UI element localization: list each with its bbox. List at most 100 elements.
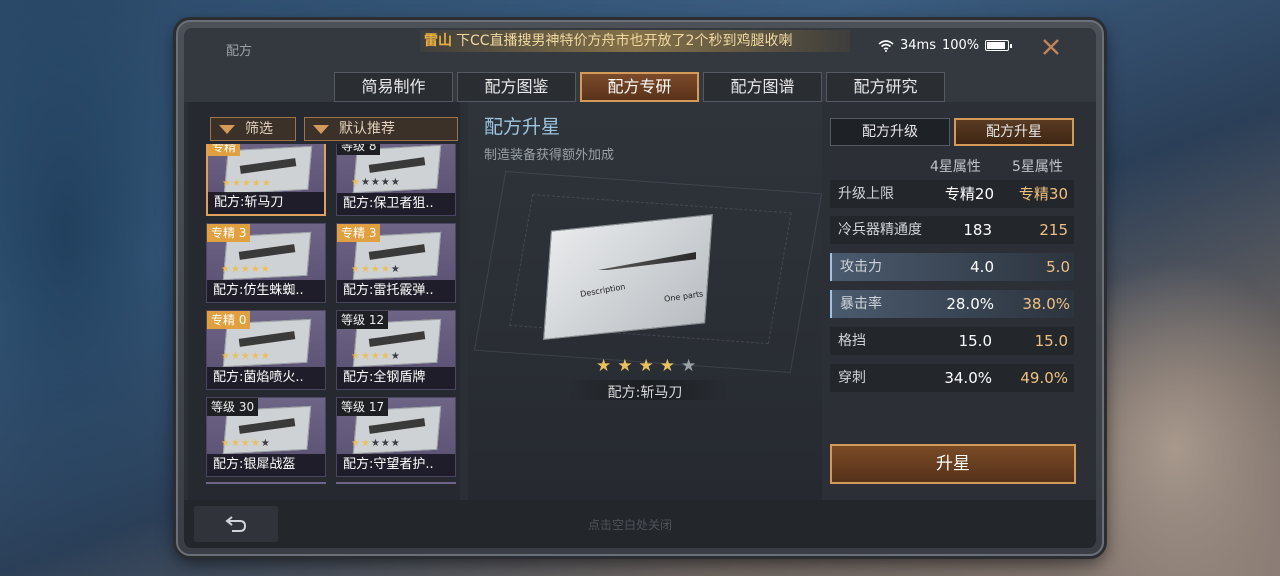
tab-recipe-codex[interactable]: 配方图鉴 [457, 72, 576, 102]
card-stars: ★★★★★ [222, 178, 272, 189]
stat-label: 攻击力 [840, 259, 882, 275]
recipe-card[interactable]: 专精 ★★★★★ 配方:斩马刀 [206, 144, 326, 216]
tab-recipe-star-up[interactable]: 配方升星 [954, 118, 1074, 146]
sort-label: 默认推荐 [339, 121, 395, 137]
stat-row: 冷兵器精通度 183 215 [830, 216, 1074, 244]
main-tabs: 简易制作 配方图鉴 配方专研 配方图谱 配方研究 [334, 72, 945, 102]
sort-button[interactable]: 默认推荐 [304, 117, 458, 141]
card-stars: ★★★★★ [221, 351, 271, 362]
star-up-button[interactable]: 升星 [830, 444, 1076, 484]
card-badge: 等级 30 [207, 398, 259, 416]
card-stars: ★★★★★ [351, 351, 401, 362]
battery-text: 100% [941, 38, 980, 53]
tab-recipe-research[interactable]: 配方研究 [826, 72, 945, 102]
card-badge: 等级 8 [337, 144, 381, 155]
recipe-card[interactable]: 专精 3 ★★★★★ 配方:雷托霰弹.. [336, 223, 456, 303]
card-stars: ★★★★★ [221, 264, 271, 275]
card-badge: 专精 3 [207, 224, 251, 242]
card-badge: 等级 17 [337, 398, 389, 416]
card-badge: 专精 3 [337, 224, 381, 242]
recipe-preview: 配方升星 制造装备获得额外加成 Description One parts ★★… [468, 102, 823, 500]
close-icon[interactable] [1040, 36, 1062, 58]
stat-label: 暴击率 [840, 296, 882, 312]
recipe-card[interactable]: 等级 8 ★★★★★ 配方:保卫者狙.. [336, 144, 456, 216]
recipe-card-partial[interactable] [336, 482, 456, 484]
card-stars: ★★★★★ [221, 438, 271, 449]
wifi-icon [878, 39, 894, 52]
content-area: 筛选 默认推荐 专精 ★★★★★ 配方:斩马刀 等级 8 ★★★★★ 配方:保卫… [184, 102, 1096, 500]
stat-label: 格挡 [838, 333, 866, 349]
card-name: 配方:保卫者狙.. [337, 193, 455, 215]
col-header-4star: 4星属性 [930, 159, 981, 175]
back-arrow-icon [225, 516, 247, 532]
dropdown-triangle-icon [313, 124, 329, 134]
col-header-5star: 5星属性 [1012, 159, 1063, 175]
blueprint-paper [543, 213, 713, 341]
ping-text: 34ms [900, 38, 936, 53]
stat-value-4star: 15.0 [958, 332, 992, 350]
card-name: 配方:斩马刀 [208, 192, 324, 214]
stat-value-4star: 34.0% [944, 369, 992, 387]
card-name: 配方:银犀战盔 [207, 454, 325, 476]
stat-row: 穿刺 34.0% 49.0% [830, 364, 1074, 392]
tab-recipe-atlas[interactable]: 配方图谱 [703, 72, 822, 102]
recipe-card-grid: 专精 ★★★★★ 配方:斩马刀 等级 8 ★★★★★ 配方:保卫者狙.. 专精 … [206, 144, 458, 484]
card-name: 配方:雷托霰弹.. [337, 280, 455, 302]
stat-label: 升级上限 [838, 186, 894, 202]
card-badge: 专精 0 [207, 311, 251, 329]
stat-value-5star: 5.0 [1046, 258, 1070, 276]
stat-value-4star: 183 [963, 221, 992, 239]
stat-value-5star: 49.0% [1020, 369, 1068, 387]
card-stars: ★★★★★ [351, 438, 401, 449]
recipe-card[interactable]: 专精 3 ★★★★★ 配方:仿生蛛蜘.. [206, 223, 326, 303]
card-name: 配方:仿生蛛蜘.. [207, 280, 325, 302]
recipe-card-partial[interactable] [206, 482, 326, 484]
card-stars: ★★★★★ [351, 177, 401, 188]
recipe-card[interactable]: 专精 0 ★★★★★ 配方:菌焰喷火.. [206, 310, 326, 390]
dropdown-triangle-icon [219, 124, 235, 134]
card-stars: ★★★★★ [351, 264, 401, 275]
section-subheading: 制造装备获得额外加成 [484, 148, 615, 163]
recipe-card[interactable]: 等级 12 ★★★★★ 配方:全钢盾牌 [336, 310, 456, 390]
back-button[interactable] [194, 506, 278, 542]
filter-button[interactable]: 筛选 [210, 117, 296, 141]
stat-value-5star: 专精30 [1018, 185, 1068, 203]
card-badge: 等级 12 [337, 311, 389, 329]
filter-label: 筛选 [245, 121, 273, 137]
stat-row-highlighted: 暴击率 28.0% 38.0% [830, 290, 1074, 318]
marquee-text: 下CC直播搜男神特价方舟市也开放了2个秒到鸡腿收喇 [456, 33, 793, 49]
recipe-list-panel: 筛选 默认推荐 专精 ★★★★★ 配方:斩马刀 等级 8 ★★★★★ 配方:保卫… [188, 102, 460, 500]
title-bar: 配方 雷山 下CC直播搜男神特价方舟市也开放了2个秒到鸡腿收喇 34ms 100% [184, 28, 1096, 68]
section-heading: 配方升星 [484, 116, 561, 138]
battery-icon [985, 40, 1013, 51]
recipe-stars: ★★★★★ [596, 356, 703, 376]
stat-value-4star: 28.0% [946, 295, 994, 313]
recipe-card[interactable]: 等级 30 ★★★★★ 配方:银犀战盔 [206, 397, 326, 477]
stat-value-5star: 15.0 [1034, 332, 1068, 350]
stat-value-4star: 4.0 [970, 258, 994, 276]
status-bar: 34ms 100% [878, 38, 1013, 53]
stat-row: 升级上限 专精20 专精30 [830, 180, 1074, 208]
window-title: 配方 [226, 44, 253, 59]
bottom-bar: 点击空白处关闭 [184, 500, 1096, 548]
stat-value-4star: 专精20 [944, 185, 994, 203]
tab-simple-craft[interactable]: 简易制作 [334, 72, 453, 102]
recipe-name: 配方:斩马刀 [607, 385, 683, 401]
close-hint: 点击空白处关闭 [588, 518, 673, 532]
stat-value-5star: 38.0% [1022, 295, 1070, 313]
stat-label: 冷兵器精通度 [838, 222, 922, 238]
recipe-card[interactable]: 等级 17 ★★★★★ 配方:守望者护.. [336, 397, 456, 477]
tab-recipe-mastery[interactable]: 配方专研 [580, 72, 699, 102]
marquee-tag: 雷山 [424, 33, 452, 49]
stat-row: 格挡 15.0 15.0 [830, 327, 1074, 355]
stat-value-5star: 215 [1039, 221, 1068, 239]
tab-recipe-upgrade[interactable]: 配方升级 [830, 118, 950, 146]
stat-label: 穿刺 [838, 370, 866, 386]
card-name: 配方:菌焰喷火.. [207, 367, 325, 389]
stat-row-highlighted: 攻击力 4.0 5.0 [830, 253, 1074, 281]
card-name: 配方:全钢盾牌 [337, 367, 455, 389]
card-name: 配方:守望者护.. [337, 454, 455, 476]
card-badge: 专精 [208, 144, 241, 156]
announcement-marquee: 雷山 下CC直播搜男神特价方舟市也开放了2个秒到鸡腿收喇 [420, 30, 850, 52]
star-upgrade-panel: 配方升级 配方升星 4星属性 5星属性 升级上限 专精20 专精30 冷兵器精通… [824, 102, 1096, 500]
